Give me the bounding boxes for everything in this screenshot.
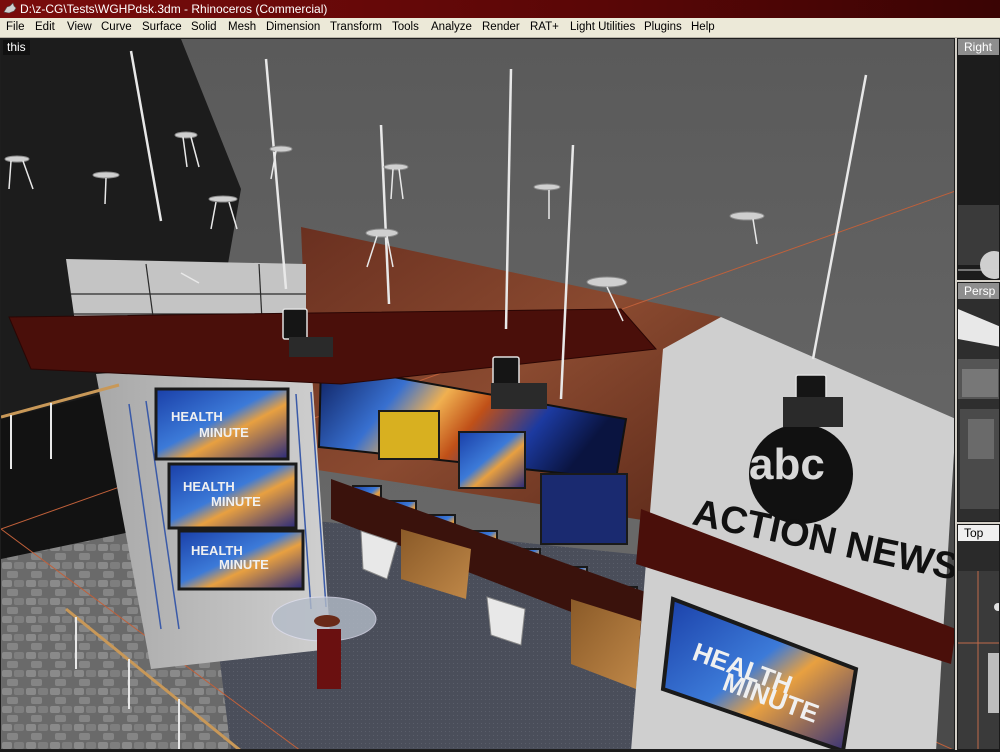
perspective-viewport-scene <box>958 299 999 521</box>
monitor-2-title-line2: MINUTE <box>211 494 261 509</box>
menu-rat-plus[interactable]: RAT+ <box>529 18 560 37</box>
top-viewport-label[interactable]: Top <box>958 525 999 541</box>
monitor-1-title-line1: HEALTH <box>171 409 223 424</box>
menu-bar: File Edit View Curve Surface Solid Mesh … <box>0 18 1000 38</box>
menu-tools[interactable]: Tools <box>391 18 420 37</box>
main-viewport[interactable]: abc ACTION NEWS HEALTH MINUTE HEALTH MIN… <box>0 38 955 750</box>
perspective-viewport-label[interactable]: Persp <box>958 283 999 299</box>
title-bar: D:\z-CG\Tests\WGHPdsk.3dm - Rhinoceros (… <box>0 0 1000 18</box>
menu-plugins[interactable]: Plugins <box>643 18 683 37</box>
window-title: D:\z-CG\Tests\WGHPdsk.3dm - Rhinoceros (… <box>20 2 328 16</box>
abc-logo-text: abc <box>749 440 825 489</box>
menu-dimension[interactable]: Dimension <box>265 18 321 37</box>
monitor-3-title-line1: HEALTH <box>191 543 243 558</box>
top-viewport-scene <box>958 541 999 749</box>
menu-surface[interactable]: Surface <box>141 18 183 37</box>
menu-solid[interactable]: Solid <box>190 18 218 37</box>
right-viewport[interactable]: Right <box>957 38 1000 280</box>
monitor-1-title-line2: MINUTE <box>199 425 249 440</box>
menu-help[interactable]: Help <box>690 18 716 37</box>
monitor-3-title-line2: MINUTE <box>219 557 269 572</box>
menu-view[interactable]: View <box>66 18 93 37</box>
menu-transform[interactable]: Transform <box>329 18 383 37</box>
studio-scene: abc ACTION NEWS HEALTH MINUTE HEALTH MIN… <box>1 39 954 749</box>
menu-edit[interactable]: Edit <box>34 18 56 37</box>
rhino-icon <box>3 2 17 14</box>
menu-curve[interactable]: Curve <box>100 18 133 37</box>
perspective-viewport[interactable]: Persp <box>957 282 1000 522</box>
monitor-2-title-line1: HEALTH <box>183 479 235 494</box>
menu-light-utilities[interactable]: Light Utilities <box>569 18 636 37</box>
menu-render[interactable]: Render <box>481 18 521 37</box>
main-viewport-label[interactable]: this <box>3 40 30 55</box>
right-viewport-label[interactable]: Right <box>958 39 999 55</box>
menu-mesh[interactable]: Mesh <box>227 18 257 37</box>
menu-analyze[interactable]: Analyze <box>430 18 473 37</box>
top-viewport[interactable]: Top <box>957 524 1000 750</box>
menu-file[interactable]: File <box>5 18 26 37</box>
right-viewport-scene <box>958 55 999 279</box>
